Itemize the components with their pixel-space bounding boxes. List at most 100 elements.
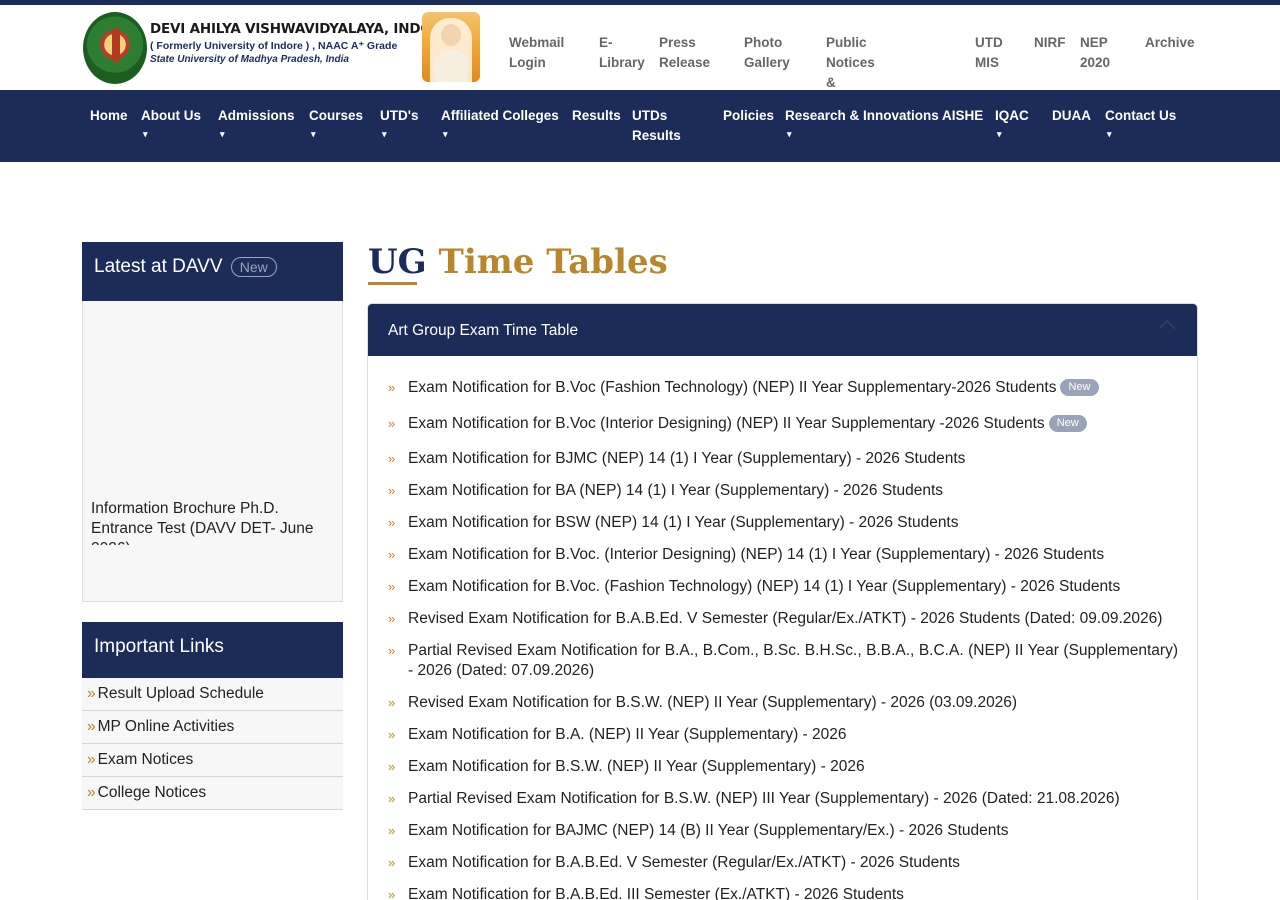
double-chevron-icon: » xyxy=(87,718,96,735)
notice-item: » Exam Notification for BAJMC (NEP) 14 (B… xyxy=(388,821,1178,841)
double-chevron-icon: » xyxy=(388,855,396,870)
nav-item[interactable]: Home xyxy=(90,106,128,126)
nav-item[interactable]: Results xyxy=(572,106,621,126)
top-link[interactable]: Press Release xyxy=(659,33,710,73)
nav-item[interactable]: AISHE xyxy=(942,106,983,126)
notice-link[interactable]: Exam Notification for B.Voc (Interior De… xyxy=(408,414,1178,434)
caret-down-icon: ▾ xyxy=(1107,129,1112,139)
top-link[interactable]: NIRF xyxy=(1034,33,1066,53)
notice-link[interactable]: Partial Revised Exam Notification for B.… xyxy=(408,641,1178,681)
notice-link[interactable]: Exam Notification for B.Voc. (Interior D… xyxy=(408,545,1178,565)
double-chevron-icon: » xyxy=(388,547,396,562)
latest-item-link[interactable]: Information Brochure Ph.D. Entrance Test… xyxy=(91,499,331,545)
top-link[interactable]: Webmail Login xyxy=(509,33,564,73)
top-link[interactable]: NEP 2020 xyxy=(1080,33,1110,73)
important-link[interactable]: » College Notices xyxy=(82,777,343,810)
notice-link[interactable]: Revised Exam Notification for B.A.B.Ed. … xyxy=(408,609,1178,629)
top-link-line1: NEP xyxy=(1080,35,1108,50)
important-link[interactable]: » Exam Notices xyxy=(82,744,343,777)
notice-link[interactable]: Partial Revised Exam Notification for B.… xyxy=(408,789,1178,809)
double-chevron-icon: » xyxy=(388,887,396,900)
notice-text: Exam Notification for B.A. (NEP) II Year… xyxy=(408,726,847,743)
notice-link[interactable]: Exam Notification for BA (NEP) 14 (1) I … xyxy=(408,481,1178,501)
accordion-header[interactable]: Art Group Exam Time Table xyxy=(368,304,1197,356)
important-link[interactable]: » Result Upload Schedule xyxy=(82,678,343,711)
nav-item-label-line2: Results xyxy=(632,128,681,143)
nav-item[interactable]: UTDs Results xyxy=(632,106,681,146)
top-link-line1: Archive xyxy=(1145,35,1195,50)
top-link-line1: UTD xyxy=(975,35,1003,50)
notice-link[interactable]: Exam Notification for BAJMC (NEP) 14 (B)… xyxy=(408,821,1178,841)
notice-text: Exam Notification for B.A.B.Ed. III Seme… xyxy=(408,886,904,900)
notice-item: » Partial Revised Exam Notification for B… xyxy=(388,789,1178,809)
top-link-line2: Release xyxy=(659,53,710,73)
notice-link[interactable]: Exam Notification for BSW (NEP) 14 (1) I… xyxy=(408,513,1178,533)
notice-item: » Exam Notification for BJMC (NEP) 14 (1)… xyxy=(388,449,1178,469)
chevron-up-icon[interactable] xyxy=(1158,319,1176,337)
nav-item-label: Courses xyxy=(309,108,364,123)
nav-item[interactable]: Policies xyxy=(723,106,774,126)
nav-item[interactable]: Admissions ▾ xyxy=(218,106,295,140)
notice-link[interactable]: Exam Notification for B.Voc. (Fashion Te… xyxy=(408,577,1178,597)
double-chevron-icon: » xyxy=(388,483,396,498)
notice-link[interactable]: Exam Notification for B.A.B.Ed. III Seme… xyxy=(408,885,1178,900)
top-link-line1: Public Notices & xyxy=(826,35,875,90)
university-seal-logo[interactable] xyxy=(83,12,147,84)
notice-item: » Partial Revised Exam Notification for B… xyxy=(388,641,1178,681)
top-link-line1: NIRF xyxy=(1034,35,1066,50)
nav-item[interactable]: DUAA xyxy=(1052,106,1091,126)
nav-item[interactable]: IQAC ▾ xyxy=(995,106,1029,140)
top-link[interactable]: E- Library xyxy=(599,33,645,73)
top-link[interactable]: UTD MIS xyxy=(975,33,1003,73)
notice-link[interactable]: Exam Notification for B.A. (NEP) II Year… xyxy=(408,725,1178,745)
nav-item-label: Research & Innovations xyxy=(785,108,939,123)
nav-item[interactable]: Research & Innovations ▾ xyxy=(785,106,939,140)
important-links-panel: Important Links » Result Upload Schedule»… xyxy=(82,622,343,810)
nav-item-label: Contact Us xyxy=(1105,108,1177,123)
nav-item-label: DUAA xyxy=(1052,108,1091,123)
notice-item: » Exam Notification for B.S.W. (NEP) II Y… xyxy=(388,757,1178,777)
nav-item[interactable]: Courses ▾ xyxy=(309,106,363,140)
important-links-title: Important Links xyxy=(82,622,343,678)
important-link-label: College Notices xyxy=(97,784,207,801)
nav-item[interactable]: UTD's ▾ xyxy=(380,106,418,140)
top-link[interactable]: Archive xyxy=(1145,33,1195,53)
notice-link[interactable]: Exam Notification for B.S.W. (NEP) II Ye… xyxy=(408,757,1178,777)
notice-item: » Exam Notification for B.A. (NEP) II Yea… xyxy=(388,725,1178,745)
important-links-list: » Result Upload Schedule» MP Online Activi… xyxy=(82,678,343,810)
notice-link[interactable]: Revised Exam Notification for B.S.W. (NE… xyxy=(408,693,1178,713)
page-title: UG Time Tables xyxy=(368,240,668,284)
notice-item: » Revised Exam Notification for B.S.W. (N… xyxy=(388,693,1178,713)
notice-text: Exam Notification for BSW (NEP) 14 (1) I… xyxy=(408,514,959,531)
top-link[interactable]: Photo Gallery xyxy=(744,33,790,73)
double-chevron-icon: » xyxy=(388,416,396,431)
notice-item: » Exam Notification for B.A.B.Ed. III Sem… xyxy=(388,885,1178,900)
important-link[interactable]: » MP Online Activities xyxy=(82,711,343,744)
latest-panel-header: Latest at DAVV New xyxy=(82,242,343,301)
top-link-line1: Webmail xyxy=(509,35,565,50)
nav-item[interactable]: Contact Us ▾ xyxy=(1105,106,1176,140)
notice-text: Exam Notification for B.Voc. (Fashion Te… xyxy=(408,578,1121,595)
top-link-line2-text: Login xyxy=(509,55,546,70)
nav-item-label: IQAC xyxy=(995,108,1029,123)
notice-text: Exam Notification for BAJMC (NEP) 14 (B)… xyxy=(408,822,1009,839)
new-badge: New xyxy=(1060,379,1099,397)
notice-link[interactable]: Exam Notification for BJMC (NEP) 14 (1) … xyxy=(408,449,1178,469)
top-link-line1: Photo xyxy=(744,35,783,50)
notice-link[interactable]: Exam Notification for B.Voc (Fashion Tec… xyxy=(408,378,1178,398)
notice-item: » Exam Notification for BSW (NEP) 14 (1) … xyxy=(388,513,1178,533)
caret-down-icon: ▾ xyxy=(311,129,316,139)
important-link-label: Result Upload Schedule xyxy=(97,685,264,702)
notice-text: Exam Notification for B.Voc (Interior De… xyxy=(408,415,1045,432)
double-chevron-icon: » xyxy=(388,759,396,774)
nav-item[interactable]: Affiliated Colleges ▾ xyxy=(441,106,559,140)
notice-text: Exam Notification for B.Voc (Fashion Tec… xyxy=(408,379,1057,396)
caret-down-icon: ▾ xyxy=(787,129,792,139)
notice-text: Partial Revised Exam Notification for B.… xyxy=(408,642,1178,679)
nav-item[interactable]: About Us ▾ xyxy=(141,106,201,140)
university-name-block[interactable]: DEVI AHILYA VISHWAVIDYALAYA, INDORE ( Fo… xyxy=(150,21,451,65)
university-name: DEVI AHILYA VISHWAVIDYALAYA, INDORE xyxy=(150,21,451,37)
notice-item: » Revised Exam Notification for B.A.B.Ed.… xyxy=(388,609,1178,629)
notice-link[interactable]: Exam Notification for B.A.B.Ed. V Semest… xyxy=(408,853,1178,873)
notice-item: » Exam Notification for B.Voc. (Interior … xyxy=(388,545,1178,565)
